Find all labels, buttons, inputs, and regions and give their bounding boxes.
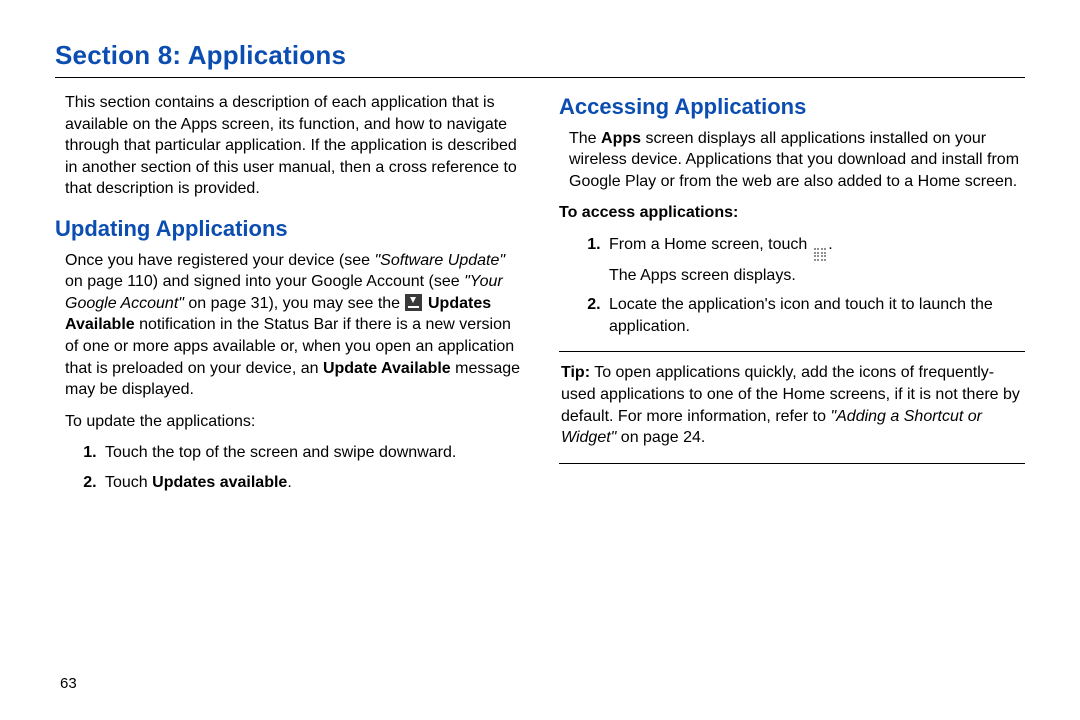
intro-paragraph: This section contains a description of e… [55,92,521,200]
text: . [828,236,832,253]
access-paragraph: The Apps screen displays all application… [559,128,1025,193]
step-item: Touch the top of the screen and swipe do… [101,442,521,464]
text: The [569,130,601,147]
to-update-label: To update the applications: [55,411,521,433]
step-item: Touch Updates available. [101,472,521,494]
bold-text: Updates available [152,474,287,491]
step-sub-text: The Apps screen displays. [609,265,1025,287]
manual-page: Section 8: Applications This section con… [0,0,1080,720]
update-steps-list: Touch the top of the screen and swipe do… [55,442,521,493]
text: on page 31), you may see the [184,295,405,312]
tip-paragraph: Tip: To open applications quickly, add t… [559,362,1025,448]
access-steps-list: From a Home screen, touch . The Apps scr… [559,234,1025,337]
cross-ref: "Software Update" [375,252,506,269]
two-column-layout: This section contains a description of e… [55,92,1025,502]
download-icon [405,294,422,311]
step-item: Locate the application's icon and touch … [605,294,1025,337]
title-rule [55,77,1025,78]
bold-text: Update Available [323,360,451,377]
step-item: From a Home screen, touch . The Apps scr… [605,234,1025,286]
tip-bottom-rule [559,463,1025,464]
text: Once you have registered your device (se… [65,252,375,269]
right-column: Accessing Applications The Apps screen d… [559,92,1025,502]
left-column: This section contains a description of e… [55,92,521,502]
heading-updating: Updating Applications [55,214,521,244]
tip-top-rule [559,351,1025,352]
text: on page 110) and signed into your Google… [65,273,464,290]
apps-grid-icon [814,248,827,261]
tip-label: Tip: [561,364,590,381]
to-access-label: To access applications: [559,202,1025,224]
bold-text: Apps [601,130,641,147]
updating-paragraph: Once you have registered your device (se… [55,250,521,401]
text: . [287,474,291,491]
text: Touch [105,474,152,491]
text: on page 24. [616,429,705,446]
text: From a Home screen, touch [609,236,812,253]
heading-accessing: Accessing Applications [559,92,1025,122]
page-number: 63 [60,675,77,692]
section-title: Section 8: Applications [55,40,1025,71]
